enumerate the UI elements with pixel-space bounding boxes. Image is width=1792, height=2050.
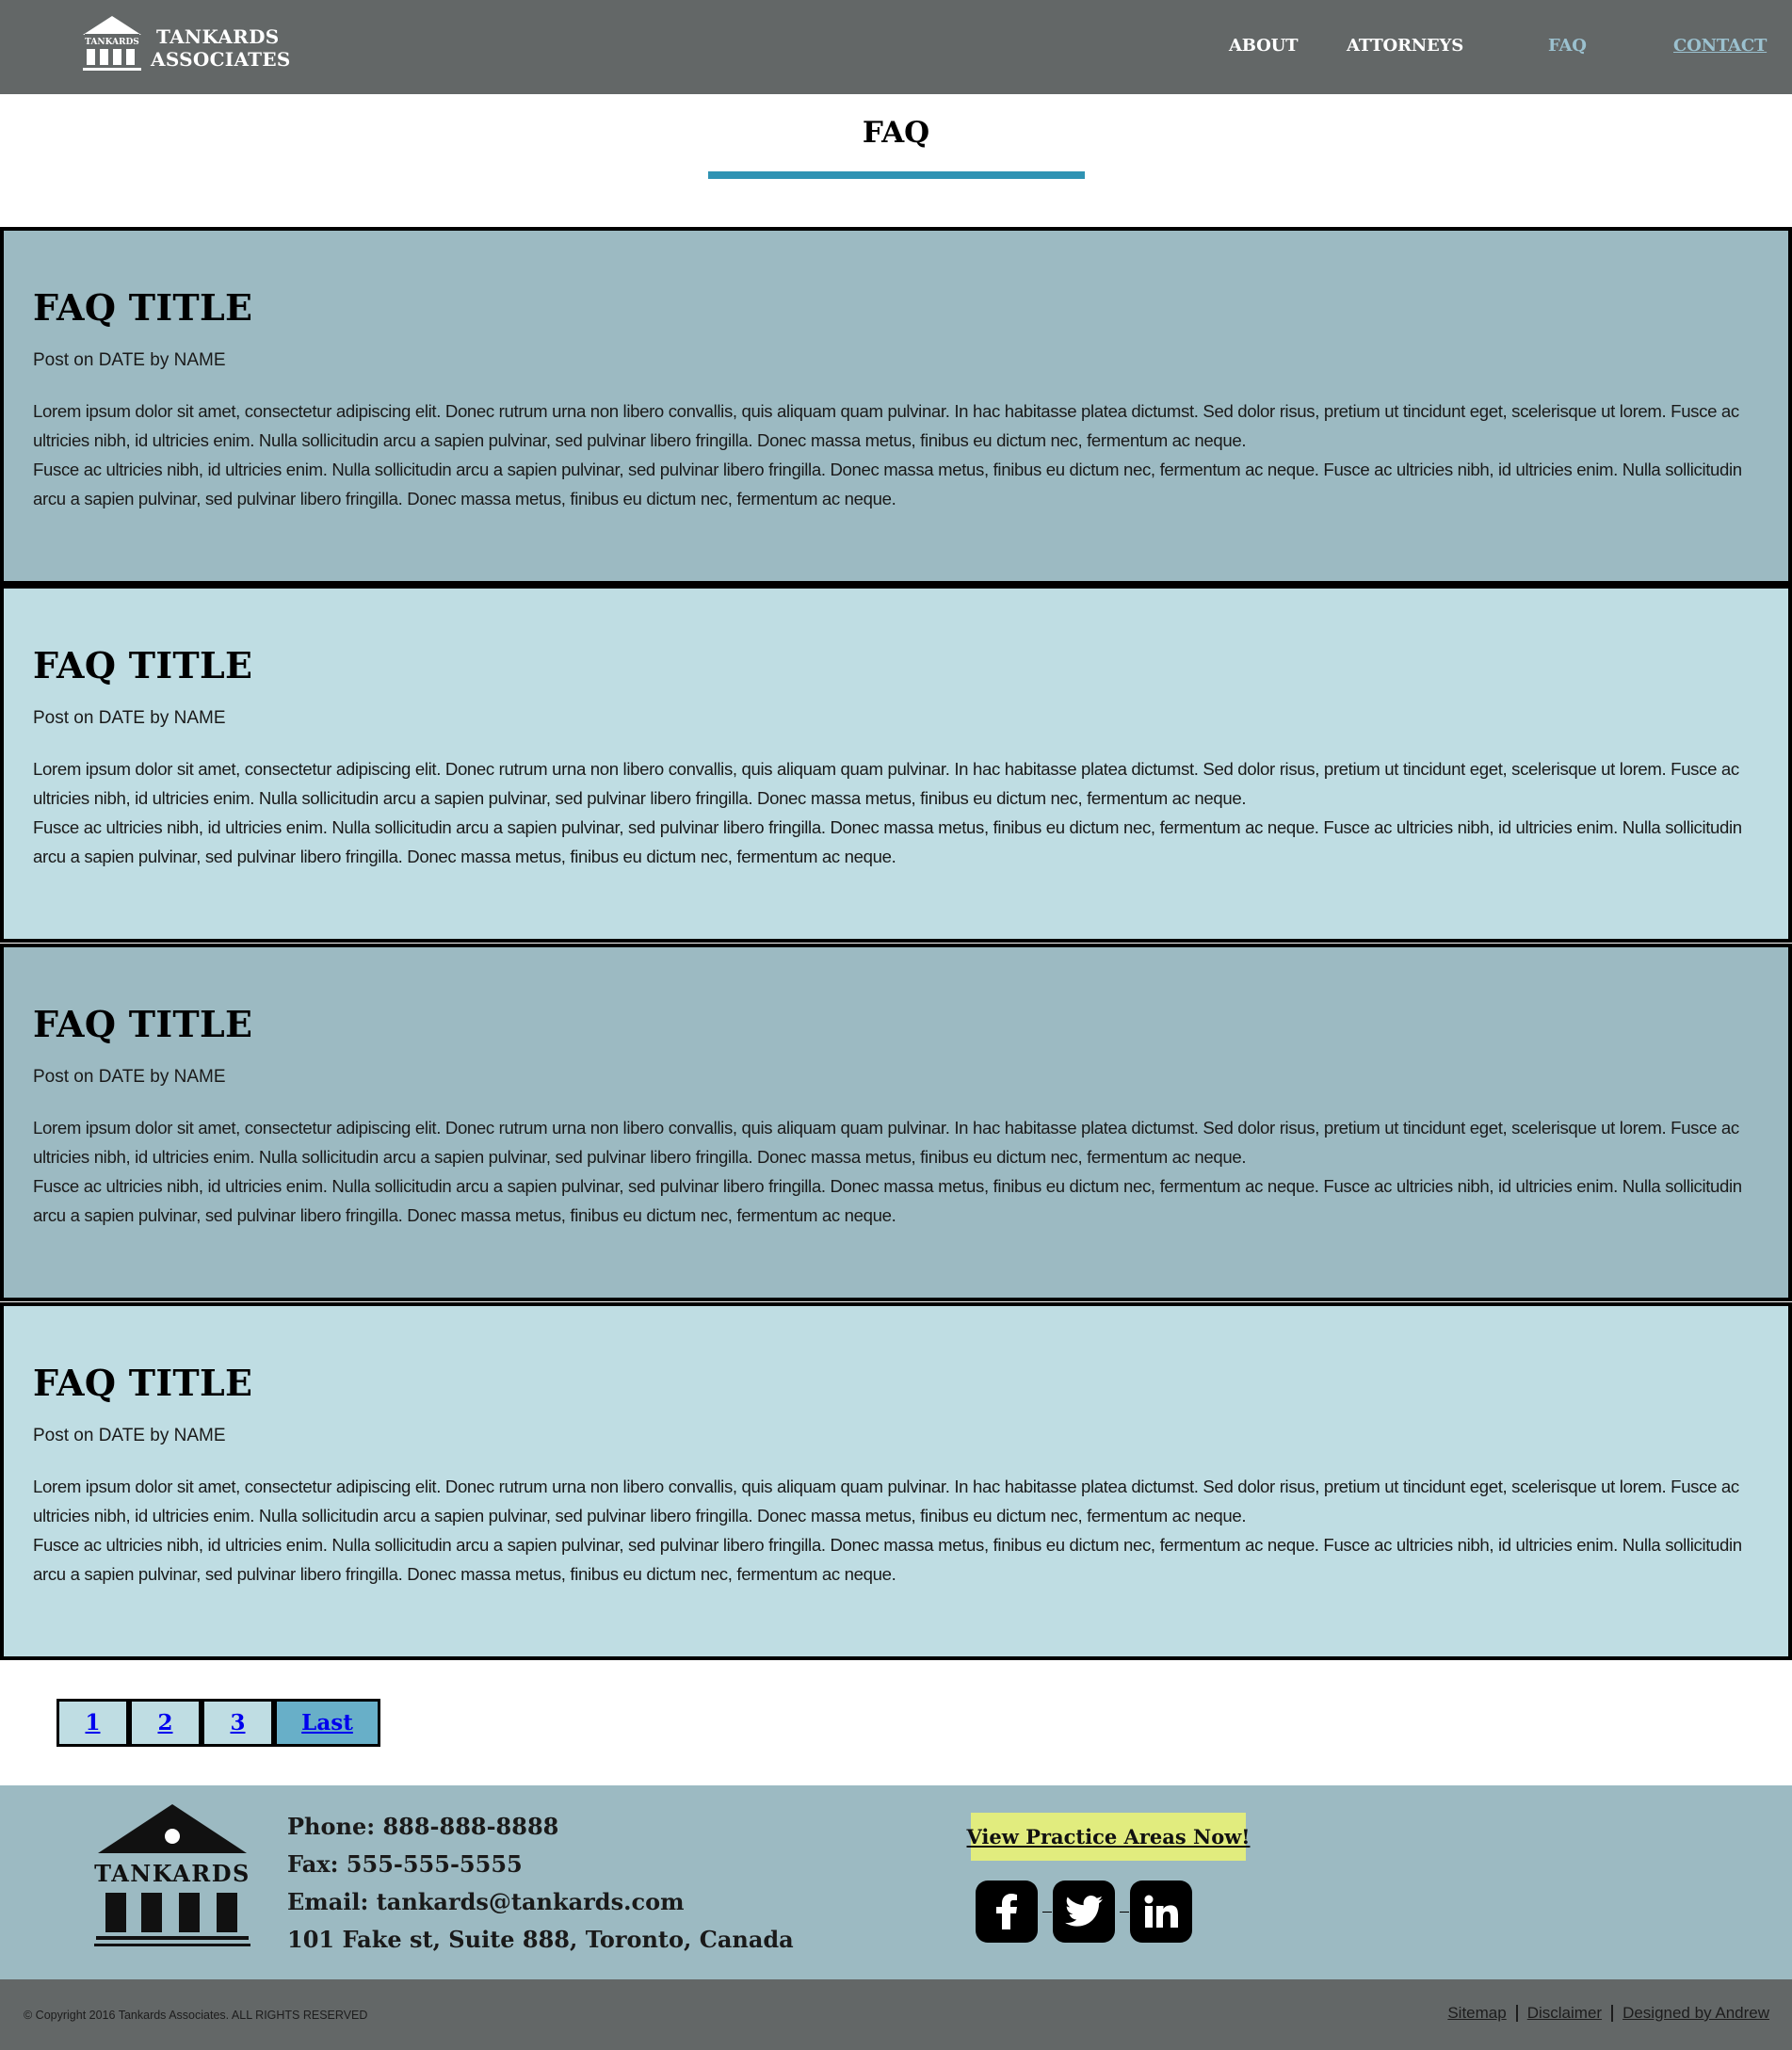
nav-contact[interactable]: CONTACT (1673, 36, 1767, 56)
logo[interactable]: TANKARDS TANKARDS ASSOCIATES (81, 14, 291, 76)
separator (1042, 1912, 1052, 1913)
faq-title: FAQ TITLE (33, 1003, 253, 1045)
faq-meta: Post on DATE by NAME (33, 708, 226, 728)
faq-meta: Post on DATE by NAME (33, 1067, 226, 1087)
link-divider (1515, 2005, 1518, 2022)
footer-logo: TANKARDS (94, 1802, 250, 1957)
faq-body: Lorem ipsum dolor sit amet, consectetur … (33, 1113, 1766, 1230)
fax-text: Fax: 555-555-5555 (287, 1850, 523, 1878)
courthouse-logo-icon: TANKARDS (94, 1804, 250, 1946)
faq-body: Lorem ipsum dolor sit amet, consectetur … (33, 396, 1766, 513)
page-1-button[interactable]: 1 (57, 1699, 129, 1747)
bottom-bar: © Copyright 2016 Tankards Associates. AL… (0, 1979, 1792, 2050)
nav-faq[interactable]: FAQ (1548, 36, 1587, 56)
page-last-button[interactable]: Last (274, 1699, 380, 1747)
faq-meta: Post on DATE by NAME (33, 1426, 226, 1445)
faq-item: FAQ TITLE Post on DATE by NAME Lorem ips… (0, 1302, 1792, 1660)
page-title: FAQ (862, 116, 930, 150)
logo-line-1: TANKARDS (156, 25, 280, 48)
faq-body: Lorem ipsum dolor sit amet, consectetur … (33, 1472, 1766, 1589)
view-practice-areas-button[interactable]: View Practice Areas Now! (967, 1813, 1251, 1861)
faq-title: FAQ TITLE (33, 644, 253, 686)
page-3-button[interactable]: 3 (202, 1699, 274, 1747)
faq-paragraph: Fusce ac ultricies nibh, id ultricies en… (33, 460, 1742, 508)
designer-credit-link[interactable]: Designed by Andrew (1622, 2004, 1769, 2023)
contact-info: Phone: 888-888-8888 Fax: 555-555-5555 Em… (287, 1808, 794, 1959)
bottom-links: Sitemap Disclaimer Designed by Andrew (1447, 2004, 1769, 2023)
logo-line-2: ASSOCIATES (151, 48, 291, 71)
site-header: TANKARDS TANKARDS ASSOCIATES ABOUT ATTOR… (0, 0, 1792, 94)
faq-paragraph: Fusce ac ultricies nibh, id ultricies en… (33, 817, 1742, 866)
svg-text:TANKARDS: TANKARDS (85, 38, 139, 47)
faq-paragraph: Fusce ac ultricies nibh, id ultricies en… (33, 1535, 1742, 1584)
courthouse-logo-icon: TANKARDS (83, 16, 141, 71)
faq-paragraph: Lorem ipsum dolor sit amet, consectetur … (33, 1477, 1739, 1525)
faq-paragraph: Fusce ac ultricies nibh, id ultricies en… (33, 1176, 1742, 1225)
link-divider (1611, 2005, 1614, 2022)
separator (1120, 1912, 1129, 1913)
faq-item: FAQ TITLE Post on DATE by NAME Lorem ips… (0, 585, 1792, 943)
faq-item: FAQ TITLE Post on DATE by NAME Lorem ips… (0, 944, 1792, 1301)
disclaimer-link[interactable]: Disclaimer (1527, 2004, 1602, 2023)
nav-attorneys[interactable]: ATTORNEYS (1347, 36, 1463, 56)
faq-meta: Post on DATE by NAME (33, 350, 226, 370)
site-footer: TANKARDS Phone: 888-888-8888 Fax: 555-55… (0, 1785, 1792, 1979)
logo-text: TANKARDS ASSOCIATES (151, 25, 291, 71)
faq-paragraph: Lorem ipsum dolor sit amet, consectetur … (33, 1118, 1739, 1167)
sitemap-link[interactable]: Sitemap (1447, 2004, 1506, 2023)
phone-text[interactable]: Phone: 888-888-8888 (287, 1808, 794, 1846)
copyright-text: © Copyright 2016 Tankards Associates. AL… (24, 2009, 368, 2022)
faq-body: Lorem ipsum dolor sit amet, consectetur … (33, 754, 1766, 871)
faq-item: FAQ TITLE Post on DATE by NAME Lorem ips… (0, 227, 1792, 585)
faq-title: FAQ TITLE (33, 286, 253, 329)
pagination: 1 2 3 Last (57, 1699, 380, 1747)
svg-text:TANKARDS: TANKARDS (94, 1860, 250, 1887)
faq-paragraph: Lorem ipsum dolor sit amet, consectetur … (33, 759, 1739, 808)
faq-title: FAQ TITLE (33, 1362, 253, 1404)
address-text: 101 Fake st, Suite 888, Toronto, Canada (287, 1926, 794, 1953)
facebook-icon[interactable] (976, 1881, 1038, 1943)
title-underline (708, 171, 1085, 179)
faq-paragraph: Lorem ipsum dolor sit amet, consectetur … (33, 401, 1739, 450)
linkedin-icon[interactable] (1130, 1881, 1192, 1943)
twitter-icon[interactable] (1053, 1881, 1115, 1943)
nav-about[interactable]: ABOUT (1229, 36, 1298, 56)
email-text[interactable]: Email: tankards@tankards.com (287, 1883, 794, 1921)
page-2-button[interactable]: 2 (129, 1699, 202, 1747)
